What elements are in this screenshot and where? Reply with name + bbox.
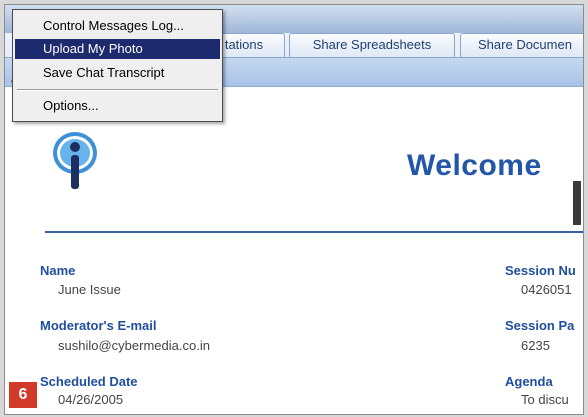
- welcome-subtitle-fragment: [573, 181, 581, 225]
- info-logo-icon: [53, 132, 97, 189]
- menu-separator: [17, 89, 218, 91]
- menu-item-options[interactable]: Options...: [15, 96, 220, 116]
- menu-item-label: Options...: [43, 98, 99, 113]
- moderator-email-label: Moderator's E-mail: [40, 318, 157, 333]
- tab-share-spreadsheets[interactable]: Share Spreadsheets: [289, 33, 455, 57]
- moderator-email-value: sushilo@cybermedia.co.in: [58, 338, 210, 353]
- tab-label: Share Spreadsheets: [312, 37, 432, 52]
- tab-label: tations: [224, 37, 264, 52]
- scheduled-date-value: 04/26/2005: [58, 392, 124, 407]
- menu-item-label: Control Messages Log...: [43, 18, 184, 33]
- heading-divider: [45, 231, 583, 233]
- menu-item-label: Save Chat Transcript: [43, 65, 165, 80]
- session-password-label: Session Pa: [505, 318, 575, 333]
- session-number-label: Session Nu: [505, 263, 576, 278]
- menu-item-upload-my-photo[interactable]: Upload My Photo: [15, 39, 220, 59]
- agenda-label: Agenda: [505, 374, 553, 389]
- name-label: Name: [40, 263, 76, 278]
- agenda-value: To discu: [521, 392, 569, 407]
- figure-number-badge: 6: [9, 382, 37, 408]
- context-menu: Control Messages Log... Upload My Photo …: [12, 9, 223, 122]
- tab-share-documents[interactable]: Share Documen: [460, 33, 583, 57]
- welcome-heading: Welcome: [407, 149, 542, 182]
- menu-item-label: Upload My Photo: [43, 41, 143, 56]
- tab-label: Share Documen: [478, 37, 572, 52]
- scheduled-date-label: Scheduled Date: [40, 374, 138, 389]
- menu-item-save-chat-transcript[interactable]: Save Chat Transcript: [15, 63, 220, 83]
- name-value: June Issue: [58, 282, 121, 297]
- menu-item-control-messages-log[interactable]: Control Messages Log...: [15, 16, 220, 36]
- session-password-value: 6235: [521, 338, 550, 353]
- session-number-value: 0426051: [521, 282, 572, 297]
